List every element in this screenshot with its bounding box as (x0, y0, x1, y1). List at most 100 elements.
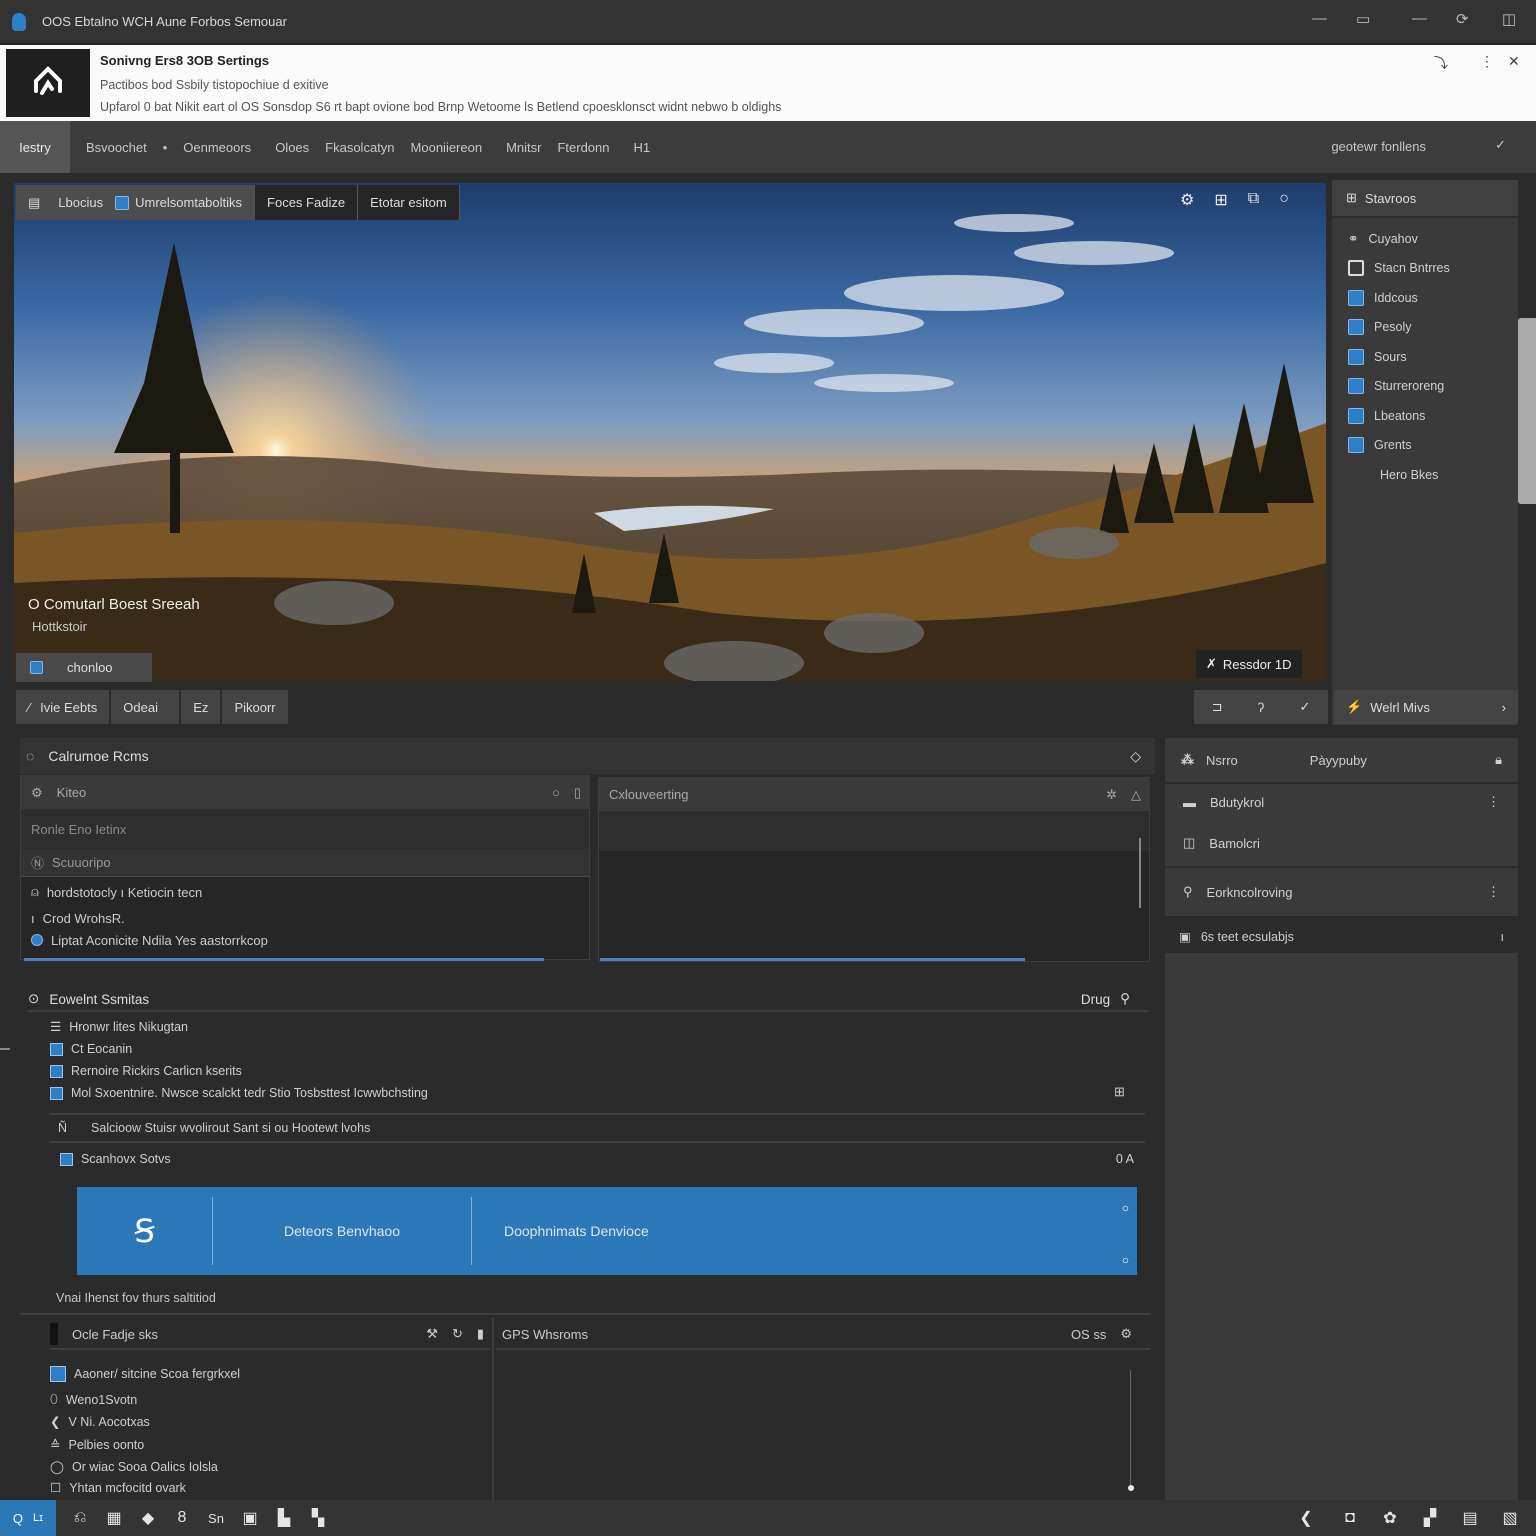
expand-icon[interactable]: ⊞ (1114, 1084, 1125, 1100)
file-icon[interactable]: ▙ (274, 1508, 294, 1528)
tab-lbocius[interactable]: ▤ Lbocius Umrelsomtaboltiks (16, 185, 256, 220)
side-item[interactable]: Pesoly (1332, 313, 1518, 343)
sub-header-row[interactable]: Ñ Salcioow Stuisr wvolirout Sant si ou H… (50, 1113, 1145, 1143)
map-icon[interactable]: ▚ (308, 1508, 328, 1528)
history-button[interactable]: Pikoorr (222, 690, 288, 724)
start-button[interactable]: Q Lɪ (0, 1500, 56, 1536)
menu-item[interactable]: Mnitsr (498, 121, 549, 173)
check-small-icon[interactable]: ✓ (1299, 699, 1310, 715)
edit-tools-button[interactable]: ⁄ Ivie Eebts (16, 690, 110, 724)
list-row[interactable]: Liptat Aconicite Ndila Yes aastorrkcop (21, 929, 589, 951)
event-item[interactable]: Rernoire Rickirs Carlicn kserits (50, 1064, 242, 1078)
scrollbar[interactable] (1518, 318, 1536, 504)
side-item[interactable]: Lbeatons (1332, 401, 1518, 431)
odeai-button[interactable]: Odeai (111, 690, 180, 724)
tab-editor[interactable]: Etotar esitom (358, 185, 460, 220)
refresh-icon[interactable]: ↻ (452, 1326, 463, 1342)
list-icon[interactable]: ▤ (1460, 1508, 1480, 1528)
menu-item[interactable]: Fterdonn (549, 121, 617, 173)
settings-icon[interactable]: ✿ (1380, 1508, 1400, 1528)
search-icon[interactable]: ⚲ (1120, 991, 1130, 1007)
check-icon[interactable]: ✓ (1495, 137, 1506, 153)
lock-small-icon[interactable]: 🔒︎ (1495, 752, 1502, 768)
undo-icon[interactable]: ⎌ (70, 1509, 90, 1527)
sub-item-row[interactable]: Scanhovx Sotvs 0 A (60, 1152, 1140, 1166)
settings-icon[interactable]: ⚙ (1120, 1326, 1132, 1342)
text-icon[interactable]: Sn (206, 1511, 226, 1526)
menu-item[interactable]: Bsvoochet (78, 121, 155, 173)
scrollbar[interactable] (1130, 1370, 1131, 1488)
warning-icon[interactable]: △ (1131, 787, 1141, 803)
side-item[interactable]: Iddcous (1332, 283, 1518, 313)
side-item[interactable]: ⚭ Cuyahov (1332, 224, 1518, 254)
chart-icon[interactable]: ▧ (1500, 1508, 1520, 1528)
gourd-icon[interactable]: 8 (172, 1509, 192, 1527)
event-item[interactable]: Ct Eocanin (50, 1042, 132, 1056)
circle-icon[interactable]: ○ (1279, 190, 1289, 210)
highlight-card[interactable]: Ꞩ Deteors Benvhaoo Doophnimats Denvioce … (77, 1187, 1137, 1275)
back-icon[interactable]: ❮ (1296, 1508, 1316, 1528)
clip-icon[interactable]: ▯ (574, 785, 581, 801)
frame-icon[interactable]: ▣ (240, 1508, 260, 1528)
maximize-icon[interactable]: ▭ (1356, 10, 1370, 28)
more-icon[interactable]: ⋮ (1487, 794, 1500, 810)
fit-icon[interactable]: ⊐ (1212, 699, 1223, 715)
right-item[interactable]: ◫ Bamolcri (1165, 820, 1518, 866)
menu-item[interactable]: Oenmeoors (175, 121, 259, 173)
event-item[interactable]: ☰ Hronwr lites Nikugtan (50, 1019, 188, 1035)
sync-icon[interactable]: ⟳ (1456, 10, 1469, 28)
event-item[interactable]: Mol Sxoentnire. Nwsce scalckt tedr Stio … (50, 1086, 428, 1100)
stop-icon[interactable]: ◘ (1340, 1509, 1360, 1527)
tag-icon[interactable]: ◇ (1130, 748, 1141, 765)
menu-item[interactable]: Mooniiereon (403, 121, 491, 173)
diamond-icon[interactable]: ◆ (138, 1508, 158, 1528)
doc-icon[interactable]: ▦ (104, 1508, 124, 1528)
close-window-icon[interactable]: ◫ (1502, 10, 1516, 28)
menu-item[interactable]: Oloes (267, 121, 317, 173)
list-row[interactable]: Ronle Eno Ietinx (21, 809, 589, 849)
radio-icon[interactable]: ○ (1122, 1201, 1129, 1215)
scrollbar[interactable] (1139, 838, 1141, 908)
refresh-icon[interactable]: ○ (552, 785, 560, 800)
right-panel-footer[interactable]: ▣ 6s teet ecsulabjs ı (1165, 920, 1518, 953)
battery-icon[interactable]: ▮ (477, 1326, 484, 1342)
side-panel-footer[interactable]: ⚡ Welrl Mivs › (1334, 690, 1518, 724)
pin-icon[interactable]: ⤵ (1434, 53, 1448, 73)
brush-icon[interactable]: ⚙ (1180, 190, 1194, 210)
list-row[interactable]: ı Crod WrohsR. (21, 907, 589, 929)
tab-focus[interactable]: Foces Fadize (255, 185, 359, 220)
chonloo-button[interactable]: chonloo (16, 653, 152, 682)
list-row[interactable]: Ⓝ Scuuoripo (21, 849, 589, 877)
side-item[interactable]: Sturreroreng (1332, 372, 1518, 402)
page-size-item[interactable]: ≙ Pelbies oonto (50, 1437, 144, 1453)
page-size-item[interactable]: Aaoner/ sitcine Scoa fergrkxel (50, 1366, 240, 1382)
page-size-item[interactable]: ◯ Or wiac Sooa Oalics Iolsla (50, 1459, 218, 1475)
more-icon[interactable]: ⋮ (1480, 53, 1494, 70)
scroll-thumb[interactable] (1128, 1485, 1134, 1491)
crop-icon[interactable]: ⊞ (1214, 190, 1227, 210)
minimize-icon[interactable]: — (1312, 10, 1327, 27)
minimize-alt-icon[interactable]: — (1412, 10, 1427, 27)
more-icon[interactable]: ⋮ (1487, 884, 1500, 900)
list-row[interactable]: ⍝ hordstotocly ı Ketiocin tecn (21, 877, 589, 907)
compare-button[interactable]: Ez (181, 690, 221, 724)
menu-right-dropdown[interactable]: geotewr fonllens (1331, 139, 1426, 154)
side-item[interactable]: Sours (1332, 342, 1518, 372)
radio-icon[interactable]: ○ (1122, 1253, 1129, 1267)
menu-item[interactable]: H1 (626, 121, 659, 173)
frame-icon[interactable]: ⧉ (1248, 190, 1259, 210)
menu-item[interactable]: Iestry (0, 121, 70, 173)
menu-item[interactable]: Fkasolcatyn (317, 121, 402, 173)
right-item[interactable]: ▬ Bdutykrol ⋮ (1165, 784, 1518, 820)
close-banner-icon[interactable]: ✕ (1508, 53, 1520, 70)
page-size-item[interactable]: ⬯ Weno1Svotn (50, 1392, 137, 1407)
star-icon[interactable]: ✲ (1106, 787, 1117, 803)
alert-icon[interactable]: ▞ (1420, 1508, 1440, 1528)
side-item[interactable]: Hero Bkes (1332, 460, 1518, 490)
page-size-item[interactable]: ❮ V Ni. Aocotxas (50, 1414, 150, 1430)
wrench-icon[interactable]: ⚒ (426, 1326, 438, 1342)
side-item[interactable]: Stacn Bntrres (1332, 254, 1518, 284)
side-item[interactable]: Grents (1332, 431, 1518, 461)
info-small-icon[interactable]: ʔ (1258, 700, 1265, 715)
page-size-item[interactable]: ☐ Yhtan mcfocitd ovark (50, 1480, 186, 1496)
